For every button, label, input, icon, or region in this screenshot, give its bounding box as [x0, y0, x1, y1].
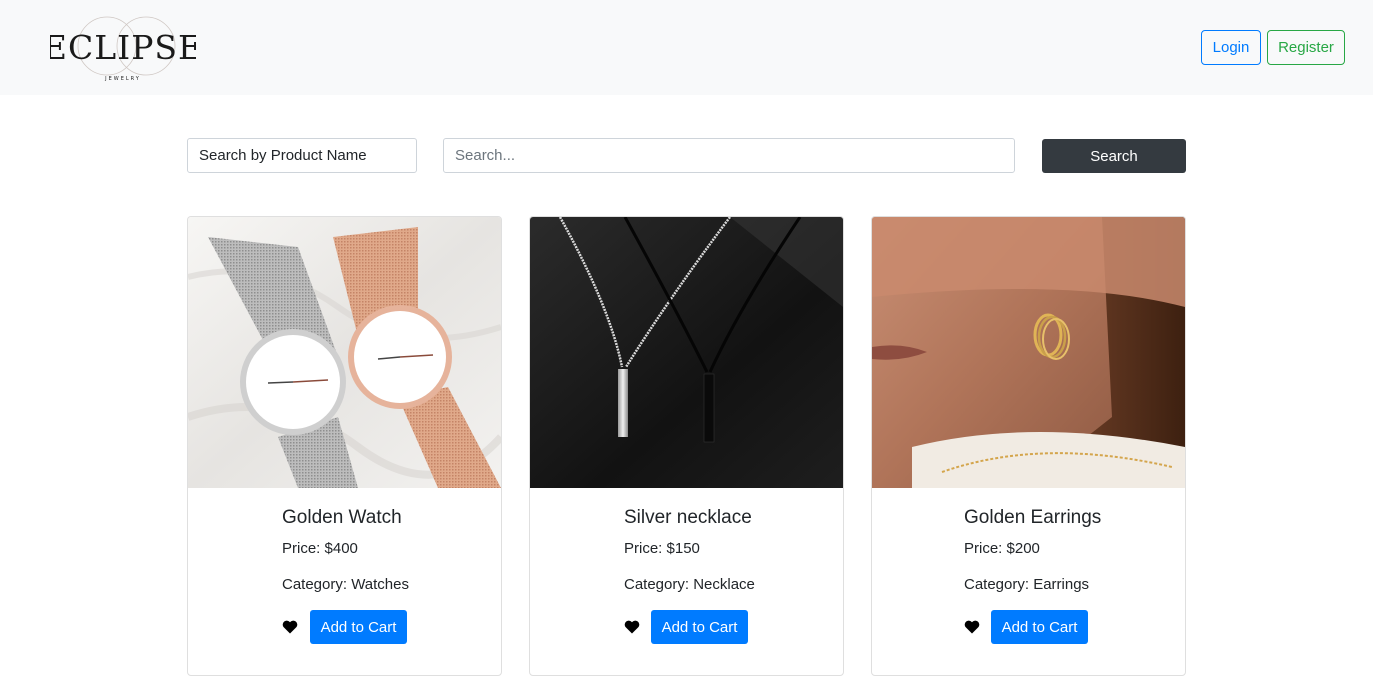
product-category: Category: Necklace — [624, 576, 755, 593]
product-image-necklace[interactable] — [530, 217, 843, 488]
product-title: Golden Watch — [282, 507, 402, 528]
product-title: Silver necklace — [624, 507, 752, 528]
search-button[interactable]: Search — [1042, 139, 1186, 173]
product-price: Price: $200 — [964, 540, 1040, 557]
product-card: Silver necklace Price: $150 Category: Ne… — [529, 216, 844, 676]
brand-logo[interactable]: ECLIPSE JEWELRY — [50, 14, 196, 84]
search-input[interactable] — [443, 138, 1015, 173]
product-price: Price: $150 — [624, 540, 700, 557]
product-image-earrings[interactable] — [872, 217, 1185, 488]
heart-icon[interactable] — [964, 620, 980, 634]
eclipse-logo-image: ECLIPSE JEWELRY — [50, 16, 196, 82]
heart-icon[interactable] — [624, 620, 640, 634]
add-to-cart-button[interactable]: Add to Cart — [991, 610, 1088, 644]
product-card: Golden Earrings Price: $200 Category: Ea… — [871, 216, 1186, 676]
login-button[interactable]: Login — [1201, 30, 1261, 65]
logo-subtext: JEWELRY — [104, 76, 141, 82]
register-button[interactable]: Register — [1267, 30, 1345, 65]
product-image-watch[interactable] — [188, 217, 501, 488]
product-category: Category: Watches — [282, 576, 409, 593]
product-title: Golden Earrings — [964, 507, 1102, 528]
product-price: Price: $400 — [282, 540, 358, 557]
heart-icon[interactable] — [282, 620, 298, 634]
product-card: Golden Watch Price: $400 Category: Watch… — [187, 216, 502, 676]
search-filter-select[interactable]: Search by Product Name — [187, 138, 417, 173]
add-to-cart-button[interactable]: Add to Cart — [310, 610, 407, 644]
logo-wordmark: ECLIPSE — [50, 28, 196, 67]
add-to-cart-button[interactable]: Add to Cart — [651, 610, 748, 644]
product-category: Category: Earrings — [964, 576, 1090, 593]
navbar: ECLIPSE JEWELRY Login Register — [0, 0, 1373, 95]
